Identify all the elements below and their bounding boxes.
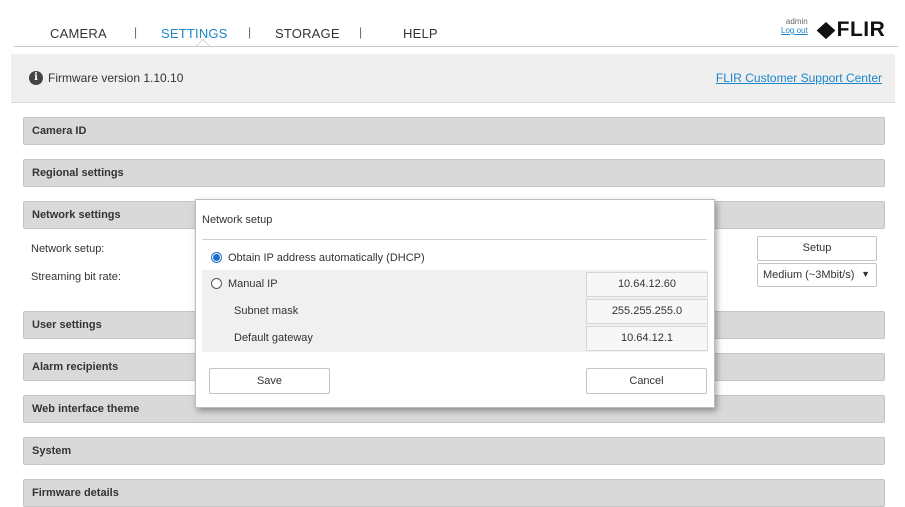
subnet-mask-label: Subnet mask [234,305,299,317]
manual-ip-label: Manual IP [228,278,278,290]
nav-tab-camera[interactable]: CAMERA [50,26,107,41]
flir-logo-icon: ◆ [817,18,836,41]
section-title: Alarm recipients [32,361,119,373]
dhcp-label: Obtain IP address automatically (DHCP) [228,252,425,264]
active-tab-indicator [196,39,210,46]
section-title: Regional settings [32,167,124,179]
subnet-mask-field[interactable]: 255.255.255.0 [586,299,708,324]
save-button[interactable]: Save [209,368,330,394]
section-camera-id[interactable]: Camera ID [23,117,885,145]
network-setup-dialog: Network setup Obtain IP address automati… [195,199,715,408]
nav-tab-settings[interactable]: SETTINGS [161,26,228,41]
section-title: Web interface theme [32,403,140,415]
nav-separator: | [248,25,252,39]
user-name: admin [785,17,808,26]
select-value: Medium (~3Mbit/s) [763,269,855,281]
firmware-version: Firmware version 1.10.10 [48,71,184,85]
section-title: Camera ID [32,125,87,137]
manual-ip-radio[interactable] [211,278,222,289]
cancel-button[interactable]: Cancel [586,368,707,394]
logout-link[interactable]: Log out [781,26,808,35]
dhcp-radio[interactable] [211,252,222,263]
section-system[interactable]: System [23,437,885,465]
dropdown-arrow-icon: ▼ [861,269,870,279]
section-title: Network settings [32,209,121,221]
nav-separator: | [134,25,138,39]
nav-tab-storage[interactable]: STORAGE [275,26,340,41]
info-icon: i [29,71,43,85]
nav-tab-help[interactable]: HELP [403,26,438,41]
dialog-title: Network setup [202,214,273,226]
section-title: User settings [32,319,102,331]
setup-button[interactable]: Setup [757,236,877,261]
user-box: admin Log out [781,17,808,35]
flir-logo-text: FLIR [836,18,886,41]
nav-separator: | [359,25,363,39]
manual-ip-field[interactable]: 10.64.12.60 [586,272,708,297]
section-title: System [32,445,72,457]
flir-logo: ◆FLIR [817,17,886,42]
support-center-link[interactable]: FLIR Customer Support Center [716,71,882,85]
dialog-divider [202,239,707,240]
default-gateway-field[interactable]: 10.64.12.1 [586,326,708,351]
streaming-bitrate-select[interactable]: Medium (~3Mbit/s) ▼ [757,263,877,287]
section-title: Firmware details [32,487,119,499]
manual-ip-panel: Manual IP 10.64.12.60 Subnet mask 255.25… [202,270,708,352]
default-gateway-label: Default gateway [234,332,313,344]
network-setup-label: Network setup: [31,243,105,255]
dhcp-option[interactable]: Obtain IP address automatically (DHCP) [202,246,708,271]
section-regional-settings[interactable]: Regional settings [23,159,885,187]
top-navigation: CAMERA | SETTINGS | STORAGE | HELP [14,0,898,47]
firmware-bar: i Firmware version 1.10.10 FLIR Customer… [11,54,895,103]
streaming-bitrate-label: Streaming bit rate: [31,271,121,283]
